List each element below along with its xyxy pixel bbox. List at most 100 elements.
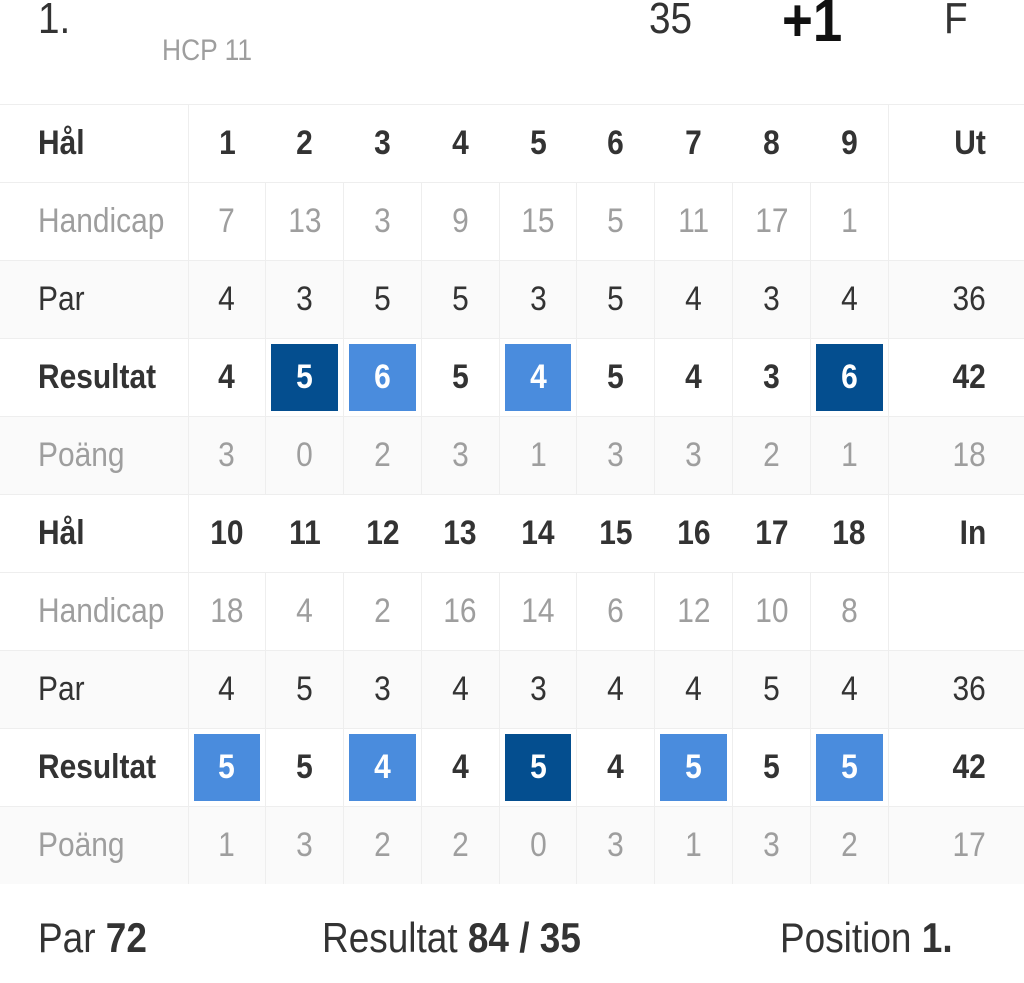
row-label: Handicap [0,572,189,651]
cell-value: 4 [685,280,703,318]
cell-value: 1 [529,436,547,474]
total-value: Ut [954,124,987,162]
points-cell: 3 [654,416,734,495]
hole-cell: 6 [576,104,655,183]
total-value: In [959,514,987,552]
par-cell: 4 [654,650,734,729]
par-cell: 4 [809,650,889,729]
cell-value: 16 [677,514,711,552]
result-cell: 5 [732,728,811,807]
cell-value: 1 [685,826,703,864]
hole-cell: 13 [421,494,500,573]
result-cell: 4 [420,728,500,807]
double-bogey-marker: 6 [815,344,883,411]
total-cell: 18 [887,416,1024,495]
total-cell: 42 [887,338,1024,417]
hole-cell: 12 [343,494,422,573]
cell-value: 2 [840,826,858,864]
front-nine-result-row: Resultat 4 5 6 5 4 5 4 3 6 42 [0,338,1024,417]
front-nine-hole-row: Hål 1 2 3 4 5 6 7 8 9 Ut [0,104,1024,183]
bogey-marker: 5 [193,734,261,801]
cell-value: 8 [763,124,780,162]
hole-cell: 5 [499,104,577,183]
handicap-cell: 11 [654,182,734,261]
points-cell: 2 [809,806,889,885]
cell-value: 3 [374,202,391,240]
par-cell: 5 [265,650,345,729]
par-cell: 4 [576,650,656,729]
bogey-marker: 4 [349,734,416,801]
cell-value: 10 [210,514,244,552]
handicap-cell: 10 [732,572,811,651]
par-cell: 3 [498,260,578,339]
result-cell: 4 [654,338,734,417]
cell-value: 15 [521,202,555,240]
par-cell: 5 [732,650,811,729]
cell-value: 16 [443,592,477,630]
points-cell: 3 [576,806,656,885]
handicap-cell: 18 [187,572,267,651]
row-label: Poäng [0,416,189,495]
cell-value: 5 [607,202,625,240]
summary-par-label: Par [38,914,96,961]
round-summary: Par 72 Resultat 84 / 35 Position 1. [0,884,1024,983]
front-nine-points-row: Poäng 3 0 2 3 1 3 3 2 1 18 [0,416,1024,495]
total-cell: 36 [887,650,1024,729]
score-value: 6 [374,358,391,396]
double-bogey-marker: 5 [504,734,572,801]
hole-cell: 10 [188,494,266,573]
cell-value: 5 [607,358,625,396]
score-value: 5 [529,748,547,786]
par-cell: 3 [732,260,811,339]
handicap-cell: 3 [343,182,422,261]
row-label-text: Poäng [38,826,125,864]
row-label-text: Poäng [38,436,125,474]
total-value: 36 [952,280,987,318]
handicap-cell: 17 [732,182,811,261]
result-cell: 5 [187,728,267,807]
scorecard-table: Hål 1 2 3 4 5 6 7 8 9 Ut Handicap 7 13 3 9 15 5 11 17 1 Par 4 3… [0,104,1024,885]
cell-value: 5 [763,670,780,708]
cell-value: 5 [374,280,391,318]
par-cell: 5 [343,260,422,339]
cell-value: 2 [374,592,391,630]
score-value: 5 [218,748,236,786]
score-value: 5 [840,748,858,786]
cell-value: 3 [374,124,391,162]
total-cell: In [887,494,1024,573]
par-cell: 4 [187,650,267,729]
cell-value: 5 [296,748,314,786]
handicap-cell: 4 [265,572,345,651]
cell-value: 1 [840,436,858,474]
cell-value: 18 [210,592,244,630]
handicap-cell: 2 [343,572,422,651]
cell-value: 7 [685,124,703,162]
row-label-text: Hål [38,124,85,162]
cell-value: 3 [374,670,391,708]
handicap-cell: 8 [809,572,889,651]
par-cell: 5 [576,260,656,339]
points-cell: 2 [343,806,422,885]
result-cell: 5 [654,728,734,807]
cell-value: 5 [451,280,469,318]
cell-value: 5 [529,124,547,162]
result-cell: 6 [809,338,889,417]
cell-value: 17 [754,514,789,552]
points-cell: 1 [654,806,734,885]
cell-value: 13 [443,514,477,552]
row-label: Handicap [0,182,189,261]
hole-cell: 16 [654,494,733,573]
bogey-marker: 4 [504,344,572,411]
cell-value: 3 [763,358,780,396]
hole-cell: 17 [732,494,811,573]
hole-cell: 14 [499,494,577,573]
result-cell: 4 [498,338,578,417]
summary-par: Par 72 [38,914,147,962]
row-label: Par [0,650,189,729]
cell-value: 7 [218,202,236,240]
handicap-cell: 16 [420,572,500,651]
cell-value: 3 [607,826,625,864]
cell-value: 4 [607,670,625,708]
cell-value: 3 [763,826,780,864]
player-handicap: HCP 11 [162,34,253,67]
